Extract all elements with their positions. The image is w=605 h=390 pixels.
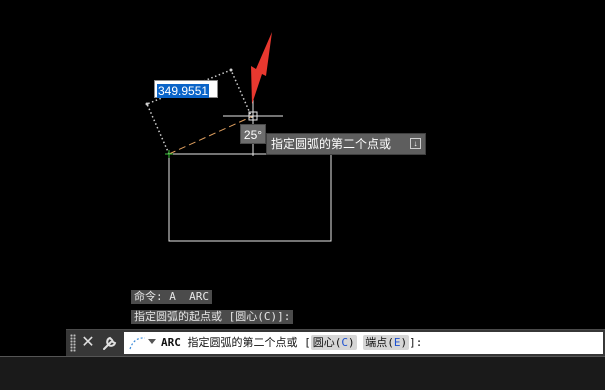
command-prompt: 指定圆弧的第二个点或 [	[187, 336, 311, 349]
history-line: 指定圆弧的起点或 [圆心(C)]:	[131, 310, 294, 324]
arc-command-icon[interactable]	[128, 335, 148, 351]
command-input[interactable]: ARC 指定圆弧的第二个点或 [圆心(C) 端点(E)]:	[124, 332, 603, 354]
angle-readout: 25°	[240, 124, 266, 144]
dimension-endpoint	[145, 102, 149, 106]
option-center[interactable]: 圆心(C)	[310, 335, 357, 350]
command-name: ARC	[161, 336, 181, 349]
wrench-icon[interactable]	[101, 334, 119, 352]
rectangle-entity[interactable]	[168, 153, 332, 242]
history-line: 命令: A ARC	[131, 290, 212, 304]
command-prompt-tooltip: 指定圆弧的第二个点或 ↓	[266, 133, 426, 155]
command-suffix: ]:	[409, 336, 423, 349]
drag-grip-icon[interactable]	[70, 334, 76, 352]
close-icon[interactable]: ✕	[80, 331, 96, 355]
distance-value[interactable]: 349.9551	[157, 84, 210, 98]
command-line-bar: ✕ ARC 指定圆弧的第二个点或 [圆心(C) 端点(E)]:	[66, 329, 605, 357]
option-endpoint[interactable]: 端点(E)	[363, 335, 410, 350]
status-bar	[0, 356, 605, 390]
down-arrow-icon[interactable]: ↓	[410, 138, 421, 149]
dimension-endpoint	[229, 68, 233, 72]
distance-input[interactable]: 349.9551	[154, 80, 218, 98]
command-text: ARC 指定圆弧的第二个点或 [圆心(C) 端点(E)]:	[161, 332, 422, 354]
annotation-arrow-icon	[251, 32, 272, 104]
tooltip-prompt: 指定圆弧的第二个点或	[271, 137, 392, 151]
start-point-marker	[165, 150, 173, 158]
chevron-down-icon[interactable]	[148, 339, 156, 344]
